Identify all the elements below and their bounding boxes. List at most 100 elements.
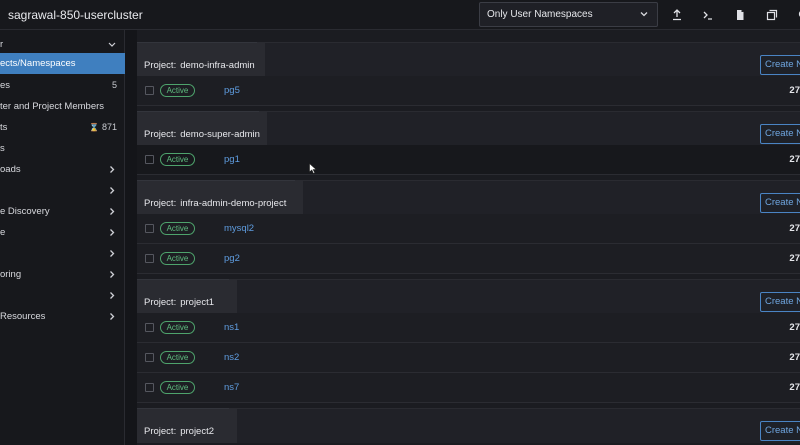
namespace-link[interactable]: mysql2: [224, 223, 254, 234]
namespace-age: 27: [789, 352, 800, 363]
row-checkbox[interactable]: [145, 254, 154, 263]
import-yaml-button[interactable]: [666, 4, 688, 26]
sidebar-item-cluster[interactable]: r: [0, 34, 125, 55]
namespace-age: 27: [789, 223, 800, 234]
namespace-link[interactable]: pg1: [224, 154, 240, 165]
copy-kubeconfig-button[interactable]: [761, 4, 783, 26]
status-badge: Active: [160, 222, 195, 235]
hourglass-icon: ⌛: [89, 123, 99, 132]
sidebar-scrollbar[interactable]: [125, 30, 137, 445]
project-header-bar: [265, 42, 800, 77]
namespace-age: 27: [789, 322, 800, 333]
status-badge: Active: [160, 84, 195, 97]
project-header-bar: [303, 180, 800, 215]
status-badge: Active: [160, 252, 195, 265]
create-namespace-button[interactable]: Create Namespace: [760, 124, 800, 144]
sidebar-item-rbac[interactable]: [0, 285, 125, 306]
project-title: Project: demo-super-admin: [144, 129, 260, 140]
chevron-down-icon: [108, 42, 116, 47]
create-namespace-button[interactable]: Create Namespace: [760, 421, 800, 441]
table-row[interactable]: Active ns2 27: [137, 343, 800, 373]
status-badge: Active: [160, 321, 195, 334]
kubectl-shell-button[interactable]: [697, 4, 719, 26]
project-header-bar: [237, 408, 800, 443]
table-row[interactable]: Active pg1 27: [137, 145, 800, 175]
project-title: Project: project1: [144, 297, 214, 308]
sidebar-item-policy[interactable]: [0, 243, 125, 264]
namespace-link[interactable]: ns1: [224, 322, 239, 333]
sidebar-item-label: e Discovery: [0, 206, 50, 217]
project-title: Project: project2: [144, 426, 214, 437]
sidebar-item-projects-namespaces[interactable]: ects/Namespaces: [0, 53, 125, 74]
namespace-filter-value: Only User Namespaces: [487, 9, 593, 20]
sidebar-item-events[interactable]: ts ⌛ 871: [0, 117, 125, 138]
chevron-down-icon: [640, 12, 648, 17]
sidebar-item-tools[interactable]: s: [0, 138, 125, 159]
upload-icon: [673, 9, 681, 21]
project-prefix: Project:: [144, 426, 177, 437]
row-checkbox[interactable]: [145, 155, 154, 164]
namespace-link[interactable]: pg2: [224, 253, 240, 264]
namespace-link[interactable]: ns2: [224, 352, 239, 363]
namespace-link[interactable]: pg5: [224, 85, 240, 96]
namespace-link[interactable]: ns7: [224, 382, 239, 393]
namespace-age: 27: [789, 253, 800, 264]
namespace-filter-select[interactable]: Only User Namespaces: [479, 2, 658, 27]
row-checkbox[interactable]: [145, 86, 154, 95]
copy-icon: [766, 9, 778, 21]
create-namespace-button[interactable]: Create Namespace: [760, 193, 800, 213]
namespace-age: 27: [789, 154, 800, 165]
project-name: project2: [180, 426, 215, 437]
create-namespace-button[interactable]: Create Namespace: [760, 55, 800, 75]
project-group-header: Project: infra-admin-demo-project Create …: [137, 180, 800, 215]
project-group-header: Project:demo-infra-admin Create Namespac…: [137, 42, 800, 77]
row-checkbox[interactable]: [145, 353, 154, 362]
namespace-list: Project:demo-infra-admin Create Namespac…: [137, 34, 800, 445]
sidebar-item-cluster-members[interactable]: ter and Project Members: [0, 96, 125, 117]
table-row[interactable]: Active pg5 27: [137, 76, 800, 106]
project-header-bar: [267, 111, 800, 146]
search-button[interactable]: [789, 4, 800, 26]
chevron-right-icon: [110, 271, 115, 278]
table-row[interactable]: Active mysql2 27: [137, 214, 800, 244]
project-header-bar: [237, 279, 800, 314]
mouse-cursor-icon: [309, 163, 317, 174]
sidebar-item-count: 5: [111, 80, 117, 90]
sidebar-item-label: r: [0, 39, 4, 50]
project-prefix: Project:: [144, 198, 177, 209]
sidebar-item-count: ⌛ 871: [89, 122, 117, 132]
namespace-age: 27: [789, 382, 800, 393]
sidebar: r ects/Namespaces es 5 ter and Project M…: [0, 30, 125, 445]
status-badge: Active: [160, 153, 195, 166]
sidebar-item-workloads[interactable]: oads: [0, 159, 125, 180]
sidebar-item-label: Resources: [0, 311, 46, 322]
table-row[interactable]: Active pg2 27: [137, 244, 800, 274]
file-icon: [737, 10, 744, 20]
sidebar-item-monitoring[interactable]: oring: [0, 264, 125, 285]
project-prefix: Project:: [144, 297, 177, 308]
project-prefix: Project:: [144, 60, 177, 71]
sidebar-item-service-discovery[interactable]: e Discovery: [0, 201, 125, 222]
sidebar-item-label: ts: [0, 122, 8, 133]
chevron-right-icon: [110, 166, 115, 173]
chevron-right-icon: [110, 229, 115, 236]
sidebar-item-label: ects/Namespaces: [0, 58, 76, 69]
create-namespace-button[interactable]: Create Namespace: [760, 292, 800, 312]
status-badge: Active: [160, 381, 195, 394]
row-checkbox[interactable]: [145, 323, 154, 332]
table-row[interactable]: Active ns7 27: [137, 373, 800, 403]
sidebar-item-apps[interactable]: [0, 180, 125, 201]
row-checkbox[interactable]: [145, 383, 154, 392]
project-name: demo-super-admin: [180, 129, 260, 140]
sidebar-item-label: oring: [0, 269, 22, 280]
download-kubeconfig-button[interactable]: [729, 4, 751, 26]
cluster-name[interactable]: sagrawal-850-usercluster: [8, 8, 143, 22]
sidebar-item-nodes[interactable]: es 5: [0, 75, 125, 96]
sidebar-item-label: s: [0, 143, 5, 154]
sidebar-item-more-resources[interactable]: Resources: [0, 306, 125, 327]
chevron-right-icon: [110, 187, 115, 194]
project-name: infra-admin-demo-project: [180, 198, 287, 209]
row-checkbox[interactable]: [145, 224, 154, 233]
table-row[interactable]: Active ns1 27: [137, 313, 800, 343]
sidebar-item-storage[interactable]: e: [0, 222, 125, 243]
